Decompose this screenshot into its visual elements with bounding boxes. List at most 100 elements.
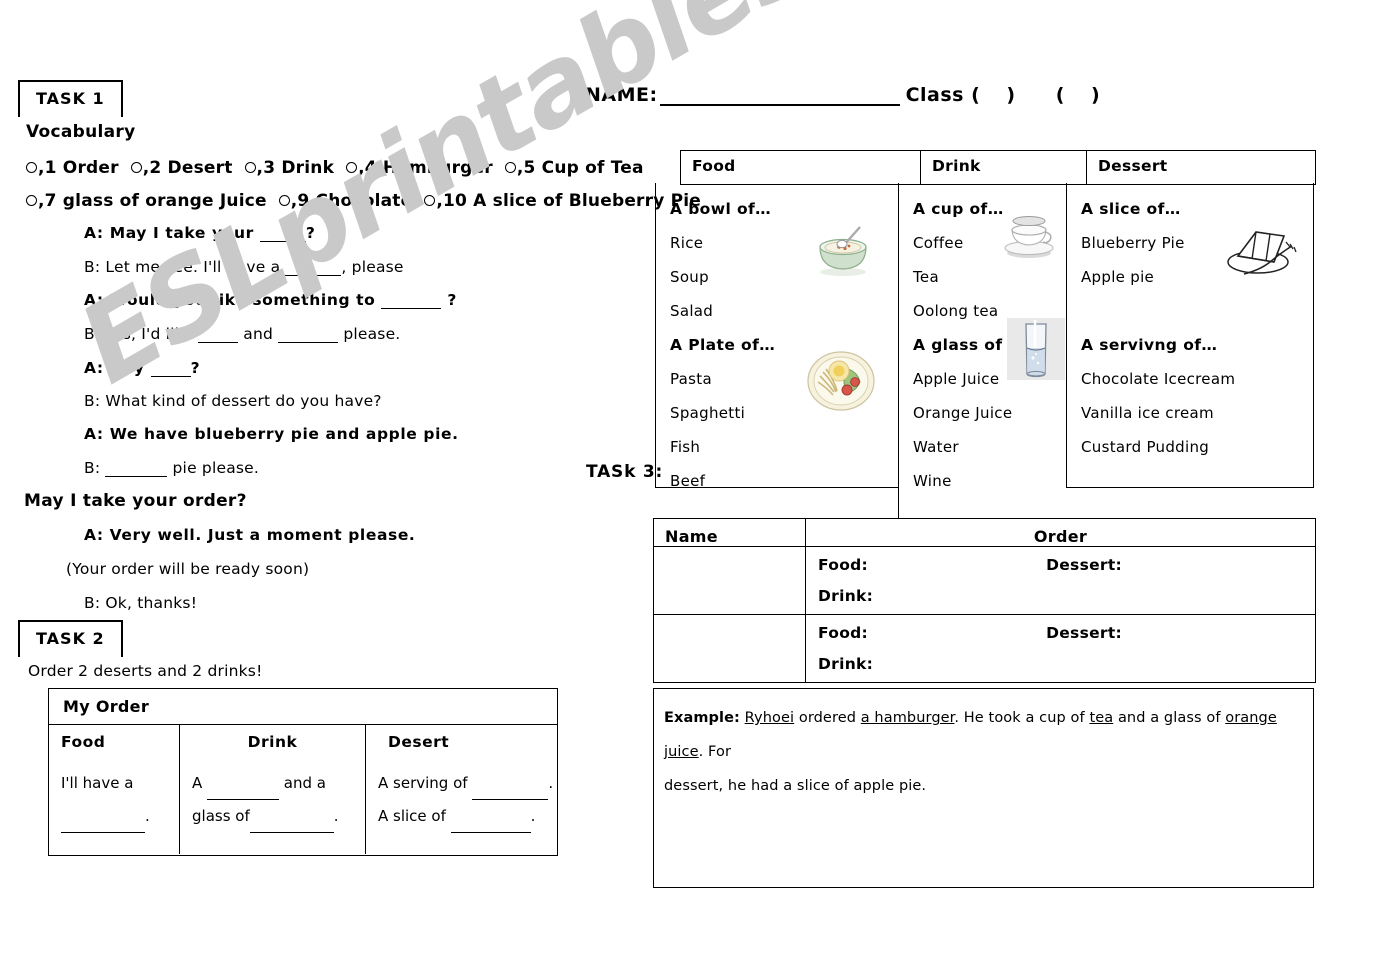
order-row-2-name[interactable] [654, 615, 806, 682]
order-fill-text: and a [279, 774, 326, 792]
name-class-header: NAME: Class () () [585, 84, 1100, 106]
my-order-food-cell[interactable]: Food I'll have a. [49, 725, 180, 854]
order-table-header-row: Name Order [654, 519, 1315, 547]
vocab-circle-icon[interactable] [26, 194, 37, 206]
dialogue-speaker: A: [84, 291, 110, 309]
menu-food-item[interactable]: Beef [670, 464, 898, 498]
dialogue-text: ? [441, 291, 457, 309]
example-drink-1: tea [1089, 710, 1114, 726]
dialogue-text: Let me see. I'll have a [105, 258, 286, 276]
example-box: Example: Ryhoei ordered a hamburger. He … [653, 688, 1314, 888]
class-paren-2-close: ) [1090, 84, 1101, 106]
menu-drink-item[interactable]: Orange Juice [913, 396, 1066, 430]
dialogue-text: ? [305, 224, 316, 242]
dialogue-speaker: B: [84, 325, 106, 343]
example-label: Example: [664, 710, 740, 726]
task2-instruction: Order 2 deserts and 2 drinks! [28, 662, 263, 680]
fill-blank[interactable] [278, 328, 339, 343]
vocab-item[interactable]: ,2 Desert [130, 158, 233, 178]
order-fill-line[interactable]: A slice of . [378, 800, 542, 833]
menu-food-item[interactable]: Salad [670, 294, 898, 328]
fill-blank[interactable] [259, 227, 306, 242]
fill-blank[interactable] [105, 462, 168, 477]
vocab-circle-icon[interactable] [26, 161, 37, 173]
menu-drink-item[interactable]: Water [913, 430, 1066, 464]
dialogue-line: B: pie please. [84, 459, 259, 477]
order-table-header-name: Name [654, 519, 806, 546]
order-fill-line[interactable]: A serving of . [378, 767, 553, 800]
vocab-circle-icon[interactable] [130, 161, 142, 173]
order-row-1-fields[interactable]: Food: Dessert: Drink: [806, 547, 1315, 614]
order-table-header-order: Order [1033, 527, 1088, 546]
class-paren-1-open: ( [971, 84, 981, 106]
order-row-2-drink-label: Drink: [818, 655, 874, 673]
fill-blank[interactable] [61, 819, 145, 833]
class-paren-2-open: ( [1055, 84, 1065, 106]
fill-blank[interactable] [207, 786, 280, 800]
fill-blank[interactable] [450, 819, 531, 833]
vocab-item[interactable]: ,9 Chocolate [278, 191, 413, 211]
order-fill-line[interactable]: glass of. [192, 800, 353, 833]
dialogue-line: A: Would you like something to ? [84, 291, 457, 309]
task2-badge: TASK 2 [18, 620, 123, 657]
my-order-food-lines: I'll have a. [61, 767, 167, 833]
menu-dessert-item[interactable]: Chocolate Icecream [1081, 362, 1313, 396]
dialogue-text: and [238, 325, 279, 343]
my-order-drink-cell[interactable]: Drink A and a glass of. [180, 725, 366, 854]
vocab-circle-icon[interactable] [278, 194, 290, 206]
order-row-2-fields[interactable]: Food: Dessert: Drink: [806, 615, 1315, 682]
example-name: Ryhoei [744, 710, 795, 726]
vocab-item-label: ,7 glass of orange Juice [38, 191, 267, 211]
order-fill-text: A serving of [378, 774, 473, 792]
class-label: Class [905, 84, 964, 106]
table-row[interactable]: Food: Dessert: Drink: [654, 615, 1315, 682]
menu-dessert-spacer [1081, 294, 1313, 328]
fill-blank[interactable] [285, 261, 342, 276]
order-fill-text: A [192, 774, 208, 792]
example-text-e: . For [698, 744, 732, 760]
order-fill-text: I'll have a [61, 774, 134, 792]
vocab-circle-icon[interactable] [504, 161, 516, 173]
vocab-item[interactable]: ,7 glass of orange Juice [26, 191, 267, 211]
dialogue-speaker: B: [84, 392, 106, 410]
vocab-item[interactable]: ,4 Hamburger [346, 158, 493, 178]
order-row-1-name[interactable] [654, 547, 806, 614]
my-order-desert-cell[interactable]: Desert A serving of .A slice of . [366, 725, 554, 854]
order-fill-line[interactable]: A and a [192, 767, 353, 800]
dialogue-text: May I take your [109, 224, 260, 242]
dialogue-line: B: Ok, thanks! [84, 594, 198, 612]
vocab-item-label: ,5 Cup of Tea [516, 158, 644, 178]
vocab-circle-icon[interactable] [346, 161, 358, 173]
tea-cup-icon [998, 210, 1060, 266]
menu-dessert-item[interactable]: Custard Pudding [1081, 430, 1313, 464]
menu-food-item[interactable]: Fish [670, 430, 898, 464]
name-input-line[interactable] [659, 88, 900, 106]
vocab-circle-icon[interactable] [424, 194, 436, 206]
fill-blank[interactable] [472, 786, 549, 800]
menu-dessert-item[interactable]: Vanilla ice cream [1081, 396, 1313, 430]
fill-blank[interactable] [381, 294, 442, 309]
vocab-item[interactable]: ,5 Cup of Tea [504, 158, 644, 178]
vocab-item[interactable]: ,1 Order [26, 158, 119, 178]
my-order-title: My Order [49, 689, 557, 725]
vocab-item-label: ,3 Drink [256, 158, 335, 178]
vocab-item[interactable]: ,3 Drink [244, 158, 335, 178]
order-fill-text: A slice of [378, 807, 451, 825]
menu-drink-item[interactable]: Wine [913, 464, 1066, 498]
soup-bowl-icon [810, 222, 876, 282]
order-fill-line[interactable]: I'll have a [61, 767, 167, 800]
dialogue-line: B: Let me see. I'll have a , please [84, 258, 404, 276]
vocab-item-label: ,1 Order [38, 158, 119, 178]
fill-blank[interactable] [198, 328, 239, 343]
example-text-d: and a glass of [1113, 710, 1226, 726]
task1-badge: TASK 1 [18, 80, 123, 117]
vocab-circle-icon[interactable] [244, 161, 256, 173]
fill-blank[interactable] [249, 819, 334, 833]
dialogue-text: pie please. [167, 459, 260, 477]
fill-blank[interactable] [150, 362, 191, 377]
table-row[interactable]: Food: Dessert: Drink: [654, 547, 1315, 615]
task3-label: TASk 3: [586, 462, 664, 482]
order-fill-line[interactable]: . [61, 800, 167, 833]
dialogue-speaker: B: [84, 258, 106, 276]
dialogue-speaker: A: [84, 359, 110, 377]
